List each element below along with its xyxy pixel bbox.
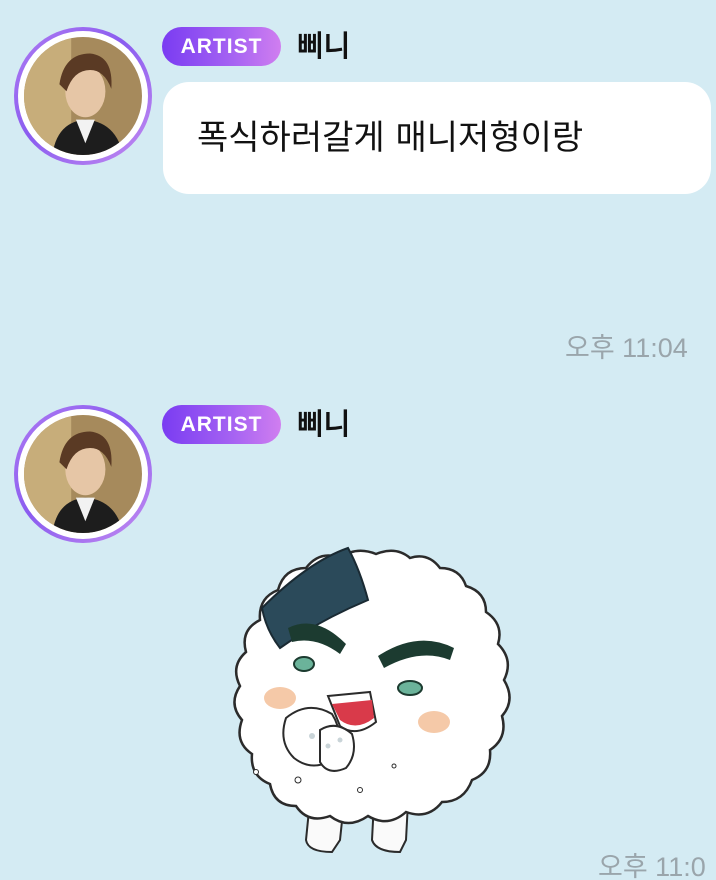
message-2: ARTIST 삐니 오후 11:0 [0, 0, 716, 880]
message-time: 오후 11:0 [598, 852, 706, 880]
artist-badge: ARTIST [162, 405, 281, 444]
sender-name: 삐니 [297, 407, 351, 441]
artist-avatar[interactable] [14, 405, 152, 543]
profile-photo-icon [24, 415, 142, 533]
rice-ball-character-icon [233, 546, 511, 854]
rice-ball-sticker[interactable] [228, 540, 524, 856]
